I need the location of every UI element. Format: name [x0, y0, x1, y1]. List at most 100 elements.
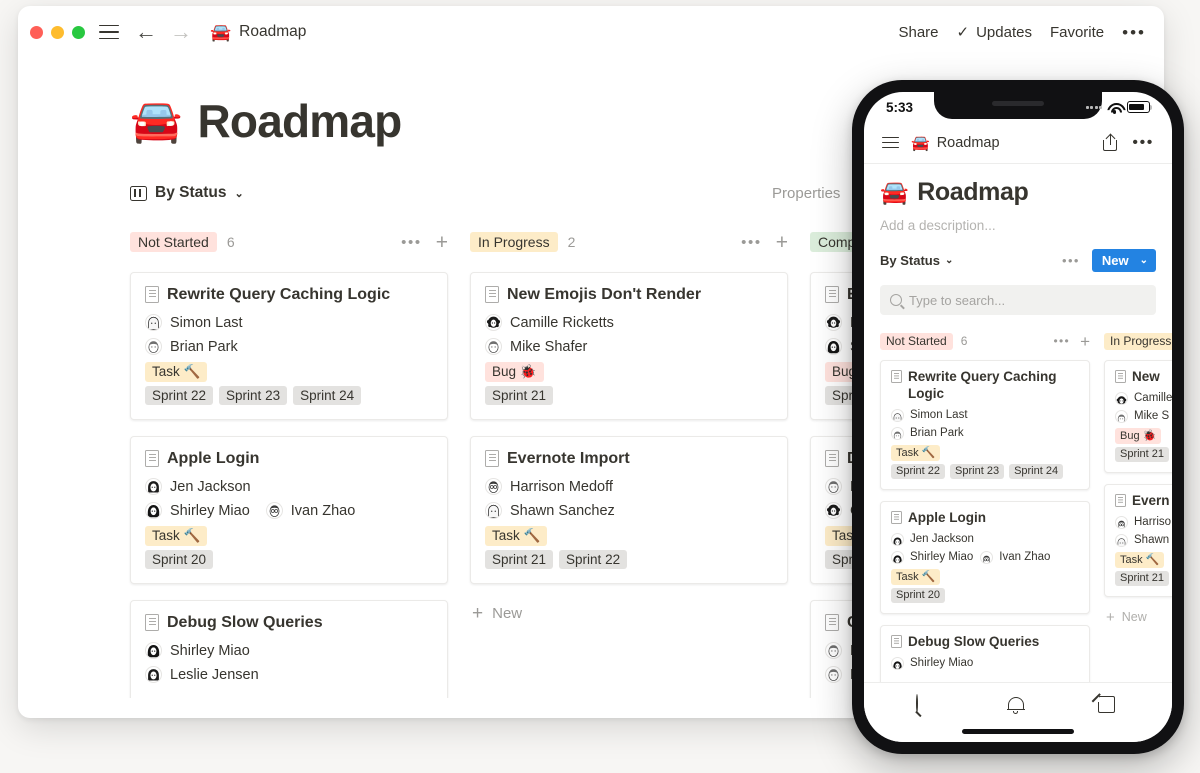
card-sprint-tags: Sprint 21: [1115, 570, 1172, 586]
phone-kanban-card[interactable]: Debug Slow Queries Shirley Miao: [880, 624, 1090, 686]
column-more-icon[interactable]: •••: [741, 235, 762, 250]
card-title-text: Evernote Import: [507, 450, 630, 467]
person-chip[interactable]: Simon Last: [145, 314, 243, 331]
avatar: [891, 550, 904, 564]
phone-breadcrumb[interactable]: 🚘 Roadmap: [911, 134, 1000, 152]
view-tab-by-status[interactable]: By Status ⌄: [130, 184, 244, 202]
person-chip[interactable]: Mike Shafer: [485, 338, 587, 355]
column-more-icon[interactable]: •••: [401, 235, 422, 250]
phone-view-tab-by-status[interactable]: By Status ⌄: [880, 253, 953, 268]
close-window-button[interactable]: [30, 25, 43, 39]
hamburger-icon[interactable]: [882, 136, 899, 149]
document-icon: [891, 510, 902, 524]
document-icon: [1115, 370, 1126, 383]
person-chip[interactable]: Ivan Zhao: [265, 502, 355, 519]
add-card-icon[interactable]: +: [436, 232, 448, 253]
search-icon[interactable]: [916, 693, 938, 717]
person-chip[interactable]: Jen Jackson: [891, 532, 974, 546]
status-badge[interactable]: In Progress: [1104, 332, 1172, 350]
more-options-icon[interactable]: •••: [1122, 24, 1146, 41]
search-input[interactable]: Type to search...: [880, 285, 1156, 315]
compose-icon[interactable]: [1090, 692, 1120, 717]
person-chip[interactable]: Harrison Medoff: [485, 478, 613, 495]
person-chip[interactable]: Jen Jackson: [145, 478, 251, 495]
share-icon[interactable]: [1103, 133, 1118, 151]
type-tag[interactable]: Task 🔨: [891, 568, 941, 585]
sprint-tag[interactable]: Sprint 22: [891, 463, 946, 479]
favorite-button[interactable]: Favorite: [1050, 24, 1104, 41]
phone-kanban-card[interactable]: New Camille Mike S Bug 🐞 Sprint 21: [1104, 360, 1172, 473]
description-placeholder[interactable]: Add a description...: [880, 218, 1156, 233]
column-header: In Progress 2 ••• +: [470, 228, 788, 256]
person-chip[interactable]: Shirley Miao: [891, 656, 973, 670]
person-chip[interactable]: Shirley Miao: [145, 642, 250, 659]
type-tag[interactable]: Task 🔨: [145, 526, 208, 546]
sidebar-toggle-icon[interactable]: [99, 24, 119, 40]
add-card-icon[interactable]: +: [776, 232, 788, 253]
kanban-card[interactable]: Evernote Import Harrison Medoff Shawn Sanc…: [470, 436, 788, 584]
add-new-card-button[interactable]: + New: [470, 600, 788, 627]
add-card-icon[interactable]: +: [1080, 333, 1090, 350]
bell-icon[interactable]: [1006, 695, 1029, 717]
sprint-tag[interactable]: Sprint 20: [145, 550, 214, 569]
breadcrumb[interactable]: 🚘 Roadmap: [210, 23, 306, 41]
person-chip[interactable]: Shawn Sanchez: [485, 502, 615, 519]
phone-kanban-card[interactable]: Rewrite Query Caching Logic Simon Last Bri…: [880, 360, 1090, 490]
person-chip[interactable]: Mike S: [1115, 409, 1169, 423]
maximize-window-button[interactable]: [72, 25, 85, 39]
kanban-card[interactable]: New Emojis Don't Render Camille Ricketts M…: [470, 272, 788, 420]
type-tag[interactable]: Bug 🐞: [1115, 427, 1162, 444]
sprint-tag[interactable]: Sprint 22: [145, 386, 214, 405]
status-badge[interactable]: In Progress: [470, 232, 558, 252]
new-button[interactable]: New ⌄: [1091, 249, 1156, 272]
sprint-tag[interactable]: Sprint 21: [1115, 446, 1170, 462]
card-people-row: Jen Jackson: [145, 478, 433, 495]
sprint-tag[interactable]: Sprint 21: [485, 386, 554, 405]
sprint-tag[interactable]: Sprint 23: [950, 463, 1005, 479]
type-tag[interactable]: Task 🔨: [485, 526, 548, 546]
phone-kanban-card[interactable]: Apple Login Jen Jackson Shirley Miao Ivan Z…: [880, 500, 1090, 614]
type-tag[interactable]: Bug 🐞: [485, 362, 544, 382]
person-chip[interactable]: Shirley Miao: [145, 502, 250, 519]
status-badge[interactable]: Not Started: [130, 232, 217, 252]
share-button[interactable]: Share: [898, 24, 938, 41]
sprint-tag[interactable]: Sprint 24: [1009, 463, 1064, 479]
sprint-tag[interactable]: Sprint 24: [293, 386, 362, 405]
sprint-tag[interactable]: Sprint 21: [485, 550, 554, 569]
back-arrow-icon[interactable]: ←: [135, 21, 157, 43]
status-badge[interactable]: Not Started: [880, 332, 953, 350]
sprint-tag[interactable]: Sprint 22: [559, 550, 628, 569]
more-options-icon[interactable]: •••: [1132, 134, 1154, 151]
person-chip[interactable]: Harriso: [1115, 515, 1171, 529]
person-chip[interactable]: Camille Ricketts: [485, 314, 614, 331]
kanban-card[interactable]: Rewrite Query Caching Logic Simon Last Bri…: [130, 272, 448, 420]
add-new-card-button[interactable]: + New: [1104, 608, 1172, 627]
kanban-card[interactable]: Apple Login Jen Jackson Shirley Miao Ivan Z…: [130, 436, 448, 584]
card-title: New: [1115, 369, 1172, 386]
updates-button[interactable]: ✓ Updates: [957, 23, 1032, 42]
kanban-card[interactable]: Debug Slow Queries Shirley Miao Leslie Jen…: [130, 600, 448, 698]
person-chip[interactable]: Brian Park: [145, 338, 238, 355]
column-more-icon[interactable]: •••: [1054, 335, 1071, 347]
forward-arrow-icon[interactable]: →: [170, 21, 192, 43]
card-people-row: Shawn: [1115, 533, 1172, 547]
person-chip[interactable]: Brian Park: [891, 426, 964, 440]
person-chip[interactable]: Simon Last: [891, 408, 968, 422]
type-tag[interactable]: Task 🔨: [1115, 551, 1165, 568]
sprint-tag[interactable]: Sprint 23: [219, 386, 288, 405]
type-tag[interactable]: Task 🔨: [891, 444, 941, 461]
type-tag[interactable]: Task 🔨: [145, 362, 208, 382]
phone-kanban-card[interactable]: Evern Harriso Shawn Task 🔨 Sprint 21: [1104, 483, 1172, 597]
view-more-icon[interactable]: •••: [1062, 254, 1080, 267]
avatar: [891, 656, 904, 670]
person-chip[interactable]: Camille: [1115, 391, 1172, 405]
minimize-window-button[interactable]: [51, 25, 64, 39]
sprint-tag[interactable]: Sprint 20: [891, 587, 946, 603]
person-chip[interactable]: Leslie Jensen: [145, 666, 259, 683]
person-chip[interactable]: Shirley Miao: [891, 550, 973, 564]
properties-button[interactable]: Properties: [772, 185, 840, 202]
sprint-tag[interactable]: Sprint 21: [1115, 570, 1170, 586]
person-chip[interactable]: Ivan Zhao: [980, 550, 1050, 564]
phone-navbar: 🚘 Roadmap •••: [864, 122, 1172, 164]
person-chip[interactable]: Shawn: [1115, 533, 1169, 547]
